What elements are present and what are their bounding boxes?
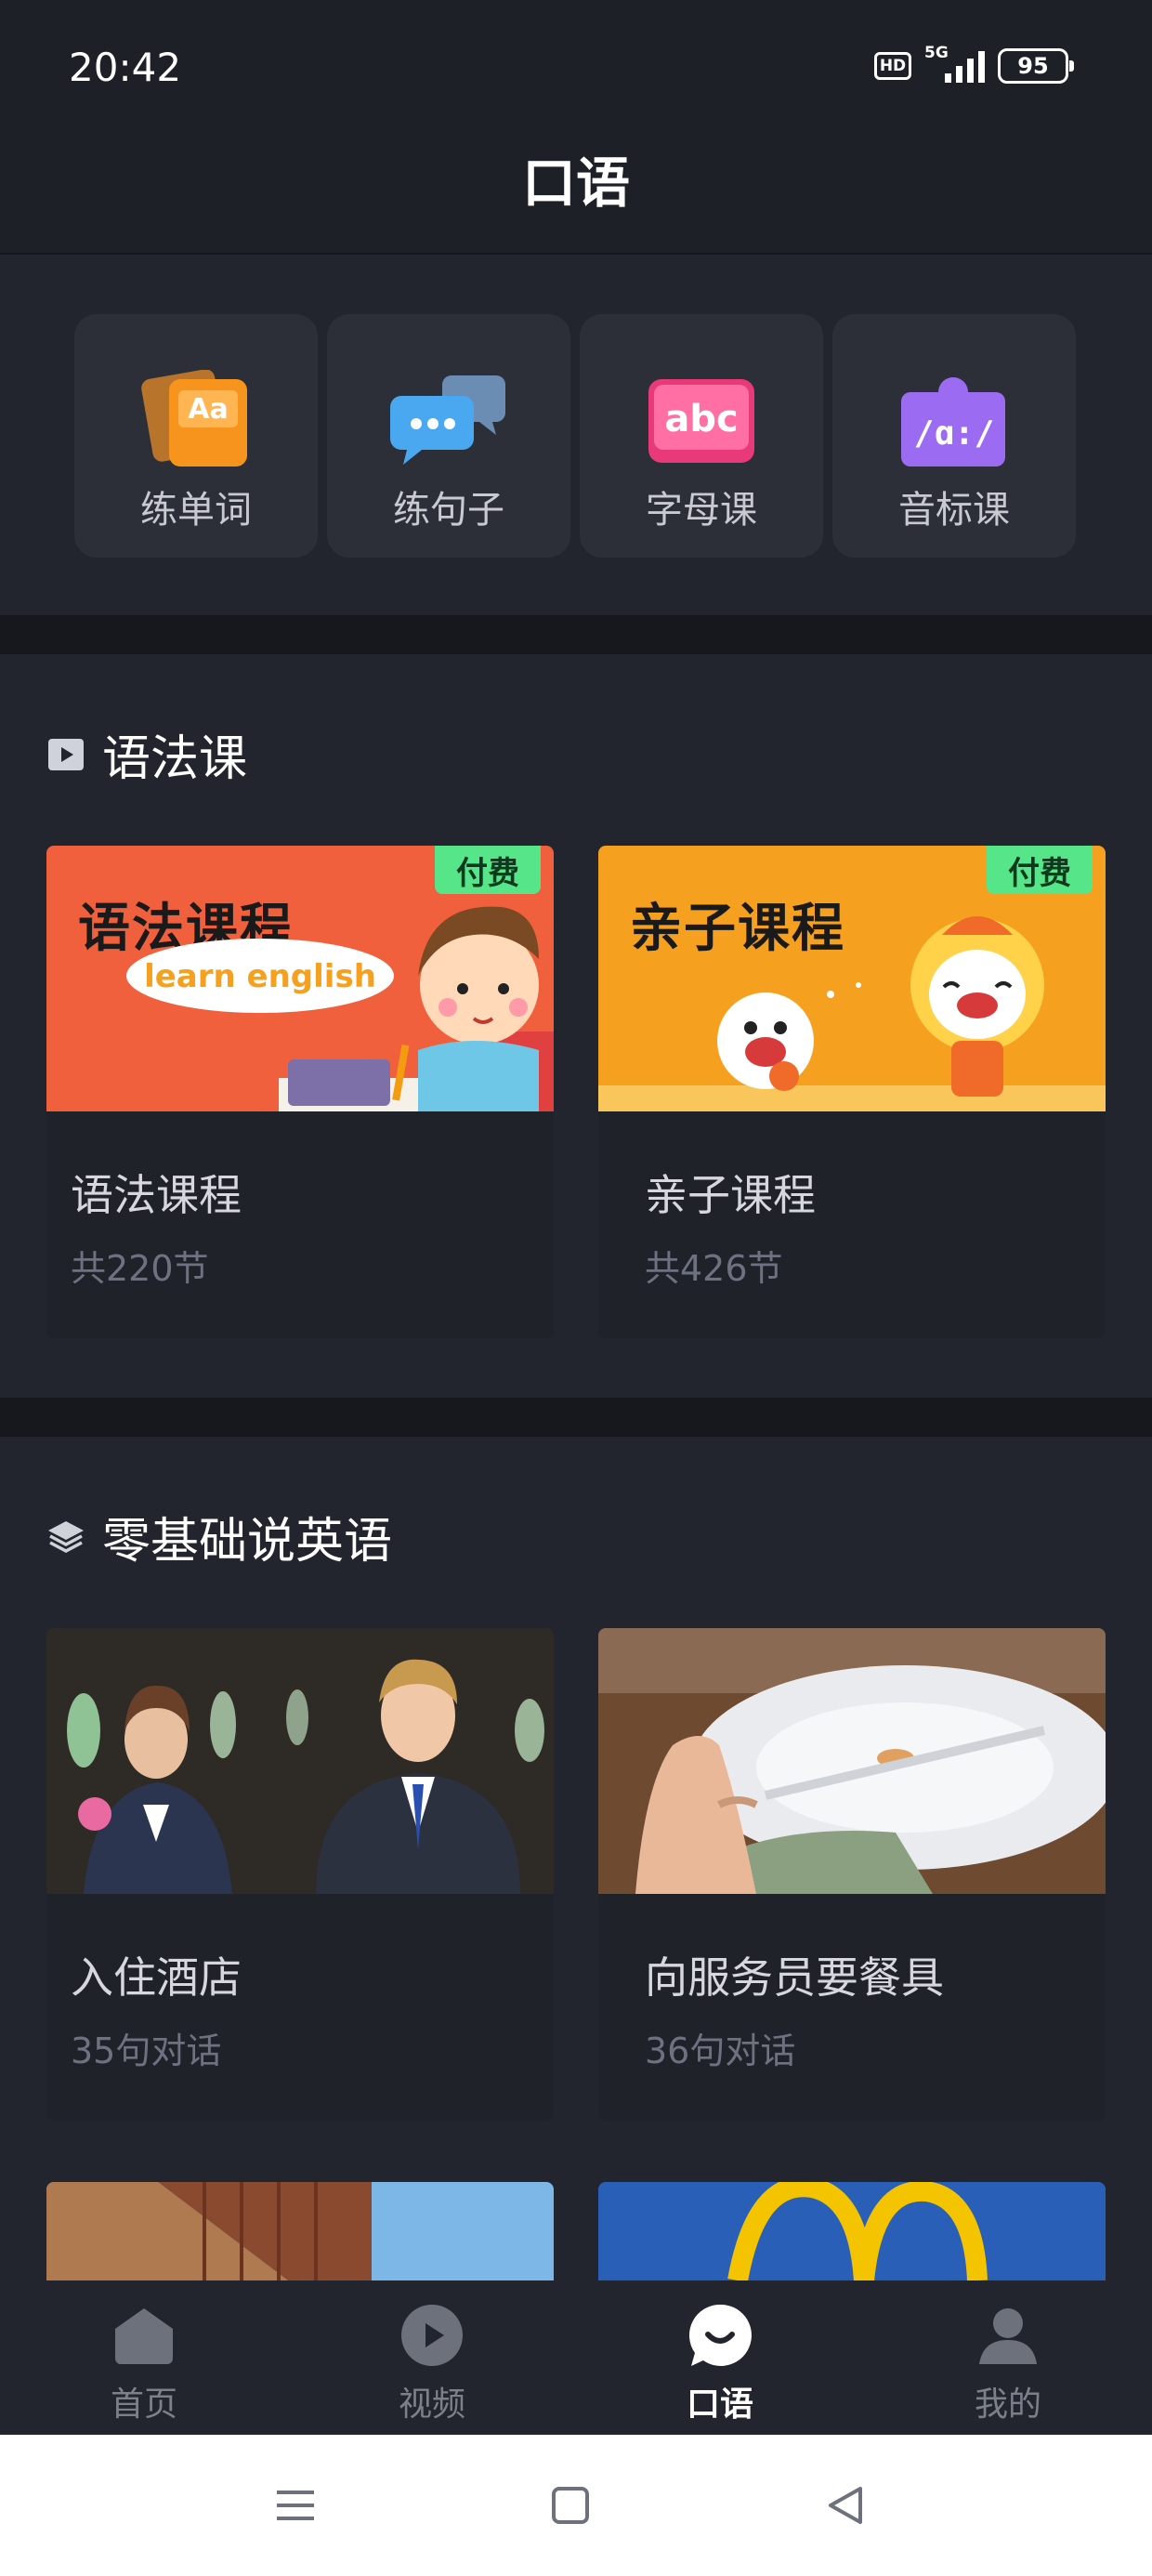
- nav-item-profile[interactable]: 我的: [864, 2280, 1152, 2435]
- chat-bubbles-icon: [390, 375, 505, 465]
- course-lesson-count: 共220节: [71, 1248, 209, 1289]
- quick-entry-label: 练句子: [393, 489, 504, 532]
- speech-bubble-icon: [688, 2304, 752, 2366]
- nav-label: 我的: [974, 2385, 1041, 2424]
- nav-label: 视频: [398, 2385, 465, 2424]
- lesson-cover-image: [46, 1628, 554, 1894]
- section-header: 语法课: [46, 719, 247, 789]
- svg-text:abc: abc: [664, 398, 738, 440]
- status-time: 20:42: [69, 45, 182, 90]
- cover-caption: learn english: [144, 958, 376, 995]
- phonetic-icon: /ɑ:/: [901, 377, 1005, 467]
- quick-entry-letters[interactable]: abc 字母课: [580, 314, 823, 558]
- layers-icon: [48, 1520, 84, 1553]
- course-name: 亲子课程: [645, 1170, 816, 1220]
- network-type: 5G: [924, 44, 949, 62]
- quick-entry-words[interactable]: Aa 练单词: [74, 314, 318, 558]
- grammar-section: 语法课 语法课程 learn english 付费 语法课程 共220节 亲子课…: [0, 654, 1152, 1398]
- play-square-icon: [48, 738, 84, 770]
- quick-entry-label: 字母课: [646, 489, 757, 532]
- course-card-grammar[interactable]: 语法课程 learn english 付费 语法课程 共220节: [46, 846, 554, 1338]
- lesson-card-partial[interactable]: [46, 2182, 554, 2280]
- home-icon: [115, 2308, 173, 2364]
- lesson-dialog-count: 35句对话: [71, 2031, 222, 2071]
- paid-badge: 付费: [435, 846, 541, 894]
- battery-icon: 95: [998, 48, 1074, 84]
- quick-entry-label: 练单词: [140, 489, 252, 532]
- video-play-icon: [401, 2305, 463, 2366]
- paid-badge: 付费: [987, 846, 1093, 894]
- basic-english-section: 零基础说英语 入住酒店 35句对话 向服务员要餐具 36句对话: [0, 1437, 1152, 2280]
- section-separator: [0, 615, 1152, 654]
- section-title: 语法课: [102, 731, 248, 787]
- quick-entry-phonetics[interactable]: /ɑ:/ 音标课: [832, 314, 1076, 558]
- section-separator: [0, 1398, 1152, 1437]
- status-icons: HD 5G 95: [874, 44, 1074, 84]
- course-cover-image: 亲子课程 付费: [598, 846, 1106, 1111]
- nav-label: 口语: [686, 2385, 753, 2424]
- course-name: 语法课程: [71, 1170, 242, 1220]
- abc-icon: abc: [648, 379, 754, 463]
- svg-text:Aa: Aa: [188, 393, 228, 426]
- nav-item-video[interactable]: 视频: [288, 2280, 576, 2435]
- home-square-icon[interactable]: [546, 2481, 595, 2530]
- tableware-photo: [598, 1628, 1106, 1894]
- lesson-name: 向服务员要餐具: [645, 1952, 944, 2003]
- mcdonalds-photo: [598, 2182, 1106, 2280]
- hd-icon: HD: [874, 52, 911, 80]
- user-icon: [979, 2308, 1037, 2364]
- svg-text:/ɑ:/: /ɑ:/: [914, 414, 995, 453]
- back-triangle-icon[interactable]: [821, 2481, 870, 2530]
- quick-entry-sentences[interactable]: 练句子: [327, 314, 570, 558]
- nav-label: 首页: [110, 2385, 177, 2424]
- lesson-card-hotel[interactable]: 入住酒店 35句对话: [46, 1628, 554, 2121]
- section-title: 零基础说英语: [102, 1514, 393, 1570]
- course-cover-image: 语法课程 learn english 付费: [46, 846, 554, 1111]
- menu-icon[interactable]: [271, 2481, 320, 2530]
- nav-item-speaking[interactable]: 口语: [576, 2280, 864, 2435]
- word-card-icon: Aa: [141, 370, 247, 467]
- quick-entry-panel: Aa 练单词 练句子 abc 字母课 /ɑ:/ 音标课: [0, 255, 1152, 615]
- bottom-nav: 首页 视频 口语 我的: [0, 2280, 1152, 2435]
- system-nav-bar: [0, 2435, 1152, 2576]
- page-title: 口语: [521, 151, 630, 215]
- lesson-dialog-count: 36句对话: [645, 2031, 796, 2071]
- lesson-card-tableware[interactable]: 向服务员要餐具 36句对话: [598, 1628, 1106, 2121]
- status-bar: 20:42 HD 5G 95: [0, 0, 1152, 130]
- course-card-family[interactable]: 亲子课程 付费 亲子课程 共426节: [598, 846, 1106, 1338]
- signal-icon: 5G: [924, 44, 985, 83]
- lesson-cover-image: [598, 1628, 1106, 1894]
- course-lesson-count: 共426节: [645, 1248, 783, 1289]
- hotel-photo: [46, 1628, 554, 1894]
- nav-item-home[interactable]: 首页: [0, 2280, 288, 2435]
- lesson-name: 入住酒店: [71, 1952, 242, 2003]
- section-header: 零基础说英语: [46, 1502, 392, 1571]
- quick-entry-label: 音标课: [898, 489, 1010, 532]
- building-photo: [46, 2182, 554, 2280]
- battery-level: 95: [1017, 53, 1049, 79]
- lesson-card-partial[interactable]: [598, 2182, 1106, 2280]
